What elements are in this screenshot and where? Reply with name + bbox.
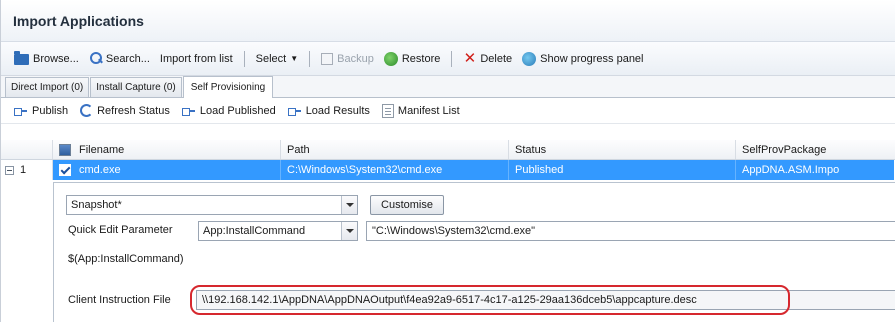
folder-icon bbox=[14, 51, 29, 65]
import-applications-window: Import Applications Browse... Search... … bbox=[0, 0, 895, 322]
tab-strip: Direct Import (0) Install Capture (0) Se… bbox=[1, 76, 895, 98]
load-results-label: Load Results bbox=[305, 104, 370, 117]
row-checkbox[interactable] bbox=[59, 164, 71, 176]
browse-button[interactable]: Browse... bbox=[11, 48, 82, 70]
refresh-status-button[interactable]: Refresh Status bbox=[77, 100, 173, 122]
search-label: Search... bbox=[105, 52, 150, 65]
load-icon bbox=[287, 106, 302, 116]
backup-icon bbox=[321, 52, 334, 65]
tab-self-provisioning[interactable]: Self Provisioning bbox=[182, 76, 274, 98]
tab-install-capture[interactable]: Install Capture (0) bbox=[90, 77, 182, 97]
quick-edit-parameter-select[interactable]: App:InstallCommand bbox=[198, 221, 358, 241]
main-toolbar: Browse... Search... Import from list Sel… bbox=[1, 42, 895, 76]
toolbar-separator bbox=[309, 50, 311, 67]
import-from-list-label: Import from list bbox=[159, 52, 233, 65]
parameter-token-text: $(App:InstallCommand) bbox=[68, 253, 184, 265]
manifest-list-label: Manifest List bbox=[397, 104, 460, 117]
search-icon bbox=[89, 52, 102, 65]
highlight-annotation bbox=[190, 285, 790, 315]
select-all-checkbox-icon[interactable] bbox=[59, 143, 71, 156]
table-row[interactable]: 1 cmd.exe C:\Windows\System32\cmd.exe Pu… bbox=[1, 160, 895, 180]
select-label: Select bbox=[255, 52, 287, 65]
customise-label: Customise bbox=[381, 199, 433, 211]
show-progress-panel-button[interactable]: Show progress panel bbox=[519, 48, 646, 70]
chevron-down-icon[interactable] bbox=[341, 196, 357, 214]
import-from-list-button[interactable]: Import from list bbox=[157, 48, 236, 70]
filename-cell[interactable]: cmd.exe bbox=[53, 160, 281, 180]
quick-edit-parameter-label: Quick Edit Parameter bbox=[68, 224, 173, 236]
load-published-label: Load Published bbox=[199, 104, 276, 117]
show-progress-label: Show progress panel bbox=[540, 52, 644, 65]
backup-label: Backup bbox=[337, 52, 374, 65]
status-cell[interactable]: Published bbox=[509, 160, 736, 180]
row-expander-cell: 1 bbox=[1, 160, 53, 180]
restore-label: Restore bbox=[401, 52, 441, 65]
column-header-status[interactable]: Status bbox=[509, 140, 736, 159]
load-published-button[interactable]: Load Published bbox=[179, 100, 279, 122]
publish-label: Publish bbox=[32, 104, 69, 117]
title-bar: Import Applications bbox=[1, 0, 895, 42]
filename-value: cmd.exe bbox=[79, 164, 121, 176]
chevron-down-icon[interactable] bbox=[341, 222, 357, 240]
row-detail-panel: Snapshot* Customise Quick Edit Parameter… bbox=[53, 182, 895, 322]
delete-label: Delete bbox=[480, 52, 513, 65]
progress-icon bbox=[522, 51, 537, 66]
chevron-down-icon: ▼ bbox=[290, 54, 299, 63]
customise-button[interactable]: Customise bbox=[370, 195, 444, 215]
load-icon bbox=[181, 106, 196, 116]
manifest-list-button[interactable]: Manifest List bbox=[379, 100, 463, 122]
grid-header: Filename Path Status SelfProvPackage bbox=[1, 140, 895, 160]
tab-direct-import[interactable]: Direct Import (0) bbox=[5, 77, 90, 97]
expander-column-header bbox=[1, 140, 53, 159]
backup-button[interactable]: Backup bbox=[318, 48, 377, 70]
collapse-icon[interactable] bbox=[5, 165, 14, 175]
publish-icon bbox=[14, 106, 28, 116]
capture-mode-select[interactable]: Snapshot* bbox=[66, 195, 358, 215]
path-cell[interactable]: C:\Windows\System32\cmd.exe bbox=[281, 160, 509, 180]
client-instruction-file-label: Client Instruction File bbox=[68, 294, 171, 306]
window-title: Import Applications bbox=[13, 12, 144, 29]
delete-icon: ✕ bbox=[463, 49, 477, 67]
document-icon bbox=[381, 103, 394, 118]
applications-grid: Filename Path Status SelfProvPackage 1 c… bbox=[1, 140, 895, 180]
self-provisioning-toolbar: Publish Refresh Status Load Published Lo… bbox=[1, 98, 895, 124]
filename-header-label: Filename bbox=[79, 143, 125, 156]
restore-button[interactable]: Restore bbox=[381, 48, 444, 70]
refresh-status-label: Refresh Status bbox=[97, 104, 170, 117]
row-index: 1 bbox=[20, 164, 27, 176]
select-dropdown-button[interactable]: Select ▼ bbox=[253, 48, 302, 70]
column-header-filename[interactable]: Filename bbox=[53, 140, 281, 159]
quick-edit-value-input[interactable]: "C:\Windows\System32\cmd.exe" bbox=[366, 221, 895, 241]
capture-mode-value: Snapshot* bbox=[71, 199, 122, 211]
selfprovpackage-cell[interactable]: AppDNA.ASM.Impo bbox=[736, 160, 894, 180]
restore-icon bbox=[383, 51, 398, 66]
load-results-button[interactable]: Load Results bbox=[285, 100, 373, 122]
quick-edit-parameter-value: App:InstallCommand bbox=[203, 225, 306, 237]
publish-button[interactable]: Publish bbox=[11, 100, 71, 122]
browse-label: Browse... bbox=[33, 52, 79, 65]
column-header-path[interactable]: Path bbox=[281, 140, 509, 159]
toolbar-separator bbox=[451, 50, 453, 67]
delete-button[interactable]: ✕ Delete bbox=[460, 48, 515, 70]
toolbar-separator bbox=[243, 50, 245, 67]
search-button[interactable]: Search... bbox=[86, 48, 153, 70]
column-header-selfprovpackage[interactable]: SelfProvPackage bbox=[736, 140, 894, 159]
refresh-icon bbox=[80, 104, 94, 117]
